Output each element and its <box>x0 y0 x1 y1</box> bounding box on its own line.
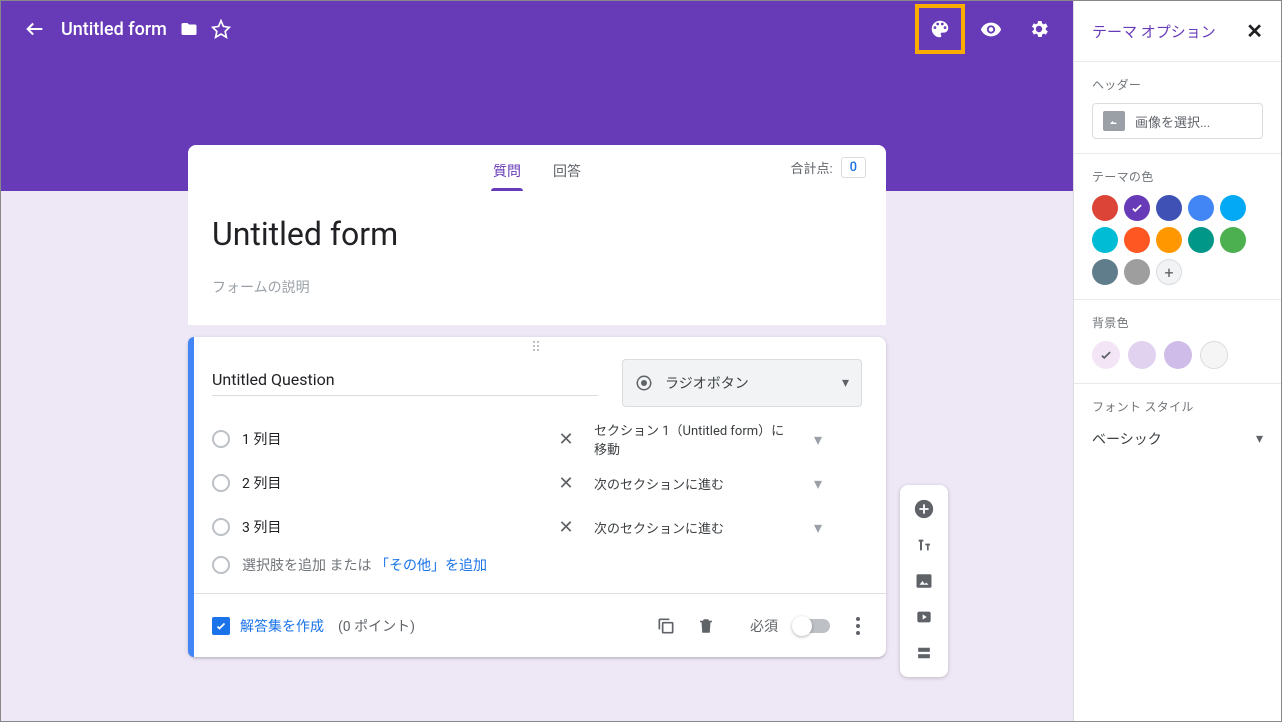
option-label[interactable]: 1 列目 <box>242 429 542 449</box>
question-title-input[interactable] <box>212 370 598 396</box>
answer-key-points: (0 ポイント) <box>338 616 415 636</box>
select-image-label: 画像を選択... <box>1135 112 1210 131</box>
select-image-button[interactable]: 画像を選択... <box>1092 103 1263 139</box>
option-row: 3 列目 ✕ 次のセクションに進む ▾ <box>212 505 870 549</box>
chevron-down-icon[interactable]: ▾ <box>806 474 830 493</box>
add-title-button[interactable] <box>906 527 942 563</box>
panel-title: テーマ オプション <box>1092 21 1216 42</box>
color-swatch[interactable] <box>1092 227 1118 253</box>
drag-handle-icon[interactable]: ⠿ <box>188 337 886 359</box>
bg-swatch[interactable] <box>1164 341 1192 369</box>
radio-placeholder-icon <box>212 556 230 574</box>
color-swatch[interactable] <box>1220 227 1246 253</box>
chevron-down-icon[interactable]: ▾ <box>806 430 830 449</box>
folder-icon[interactable] <box>179 20 199 38</box>
answer-key-label: 解答集を作成 <box>240 616 324 636</box>
add-image-button[interactable] <box>906 563 942 599</box>
section-destination[interactable]: セクション 1（Untitled form）に移動 <box>594 420 794 458</box>
bg-color-label: 背景色 <box>1092 314 1263 331</box>
section-destination[interactable]: 次のセクションに進む <box>594 474 794 493</box>
color-swatch[interactable] <box>1124 227 1150 253</box>
radio-icon <box>212 430 230 448</box>
color-swatch[interactable] <box>1156 195 1182 221</box>
theme-panel: テーマ オプション ✕ ヘッダー 画像を選択... テーマの色 + 背景色 フォ… <box>1073 1 1281 721</box>
question-type-label: ラジオボタン <box>665 373 749 393</box>
tab-responses[interactable]: 回答 <box>537 161 597 191</box>
chevron-down-icon[interactable]: ▾ <box>806 518 830 537</box>
remove-option-button[interactable]: ✕ <box>554 517 578 538</box>
remove-option-button[interactable]: ✕ <box>554 429 578 450</box>
color-swatch[interactable] <box>1092 195 1118 221</box>
header-section-label: ヘッダー <box>1092 76 1263 93</box>
score-label: 合計点: <box>790 158 832 177</box>
theme-color-label: テーマの色 <box>1092 168 1263 185</box>
theme-button[interactable] <box>919 7 961 51</box>
add-other-link[interactable]: 「その他」を追加 <box>375 558 487 574</box>
section-destination[interactable]: 次のセクションに進む <box>594 518 794 537</box>
checkbox-icon <box>212 617 230 635</box>
chevron-down-icon: ▾ <box>1256 431 1263 447</box>
duplicate-button[interactable] <box>654 614 678 638</box>
required-toggle[interactable] <box>794 619 830 633</box>
radio-icon <box>635 374 653 392</box>
document-title[interactable]: Untitled form <box>61 19 167 40</box>
option-row: 2 列目 ✕ 次のセクションに進む ▾ <box>212 461 870 505</box>
color-swatch[interactable] <box>1220 195 1246 221</box>
answer-key-button[interactable]: 解答集を作成 (0 ポイント) <box>212 616 415 636</box>
font-value: ベーシック <box>1092 429 1162 449</box>
form-card-container: 質問 回答 合計点: 0 Untitled form フォームの説明 ⠿ <box>188 145 886 657</box>
settings-button[interactable] <box>1017 7 1061 51</box>
total-score: 合計点: 0 <box>790 157 866 178</box>
color-swatch[interactable] <box>1188 195 1214 221</box>
theme-button-highlight <box>915 4 965 54</box>
color-swatch[interactable] <box>1156 227 1182 253</box>
radio-icon <box>212 474 230 492</box>
required-label: 必須 <box>750 616 778 636</box>
question-card: ⠿ ラジオボタン ▾ 1 列目 ✕ セクション 1（Untitled form）に移… <box>188 337 886 657</box>
add-question-button[interactable] <box>906 491 942 527</box>
main-area: Untitled form <box>1 1 1073 721</box>
bg-swatch[interactable] <box>1200 341 1228 369</box>
radio-icon <box>212 518 230 536</box>
color-swatch[interactable] <box>1092 259 1118 285</box>
font-style-label: フォント スタイル <box>1092 398 1263 415</box>
or-text: または <box>329 558 371 574</box>
bg-swatch[interactable] <box>1128 341 1156 369</box>
color-swatch[interactable] <box>1188 227 1214 253</box>
font-style-select[interactable]: ベーシック ▾ <box>1092 425 1263 453</box>
remove-option-button[interactable]: ✕ <box>554 473 578 494</box>
option-label[interactable]: 3 列目 <box>242 517 542 537</box>
close-icon[interactable]: ✕ <box>1246 19 1263 43</box>
score-value[interactable]: 0 <box>841 157 866 178</box>
add-video-button[interactable] <box>906 599 942 635</box>
bg-swatch[interactable] <box>1092 341 1120 369</box>
form-title[interactable]: Untitled form <box>212 215 862 253</box>
option-label[interactable]: 2 列目 <box>242 473 542 493</box>
more-button[interactable] <box>846 614 870 638</box>
image-icon <box>1103 111 1125 131</box>
add-option-link[interactable]: 選択肢を追加 <box>242 558 326 574</box>
add-section-button[interactable] <box>906 635 942 671</box>
form-description[interactable]: フォームの説明 <box>212 277 862 297</box>
preview-button[interactable] <box>969 7 1013 51</box>
chevron-down-icon: ▾ <box>842 375 849 391</box>
star-icon[interactable] <box>211 19 231 39</box>
delete-button[interactable] <box>694 614 718 638</box>
option-row: 1 列目 ✕ セクション 1（Untitled form）に移動 ▾ <box>212 417 870 461</box>
floating-toolbar <box>900 485 948 677</box>
form-header-card: 質問 回答 合計点: 0 Untitled form フォームの説明 <box>188 145 886 325</box>
color-swatch[interactable] <box>1124 259 1150 285</box>
add-color-button[interactable]: + <box>1156 259 1182 285</box>
tab-questions[interactable]: 質問 <box>477 161 537 191</box>
color-swatch[interactable] <box>1124 195 1150 221</box>
question-type-select[interactable]: ラジオボタン ▾ <box>622 359 862 407</box>
back-button[interactable] <box>13 7 57 51</box>
